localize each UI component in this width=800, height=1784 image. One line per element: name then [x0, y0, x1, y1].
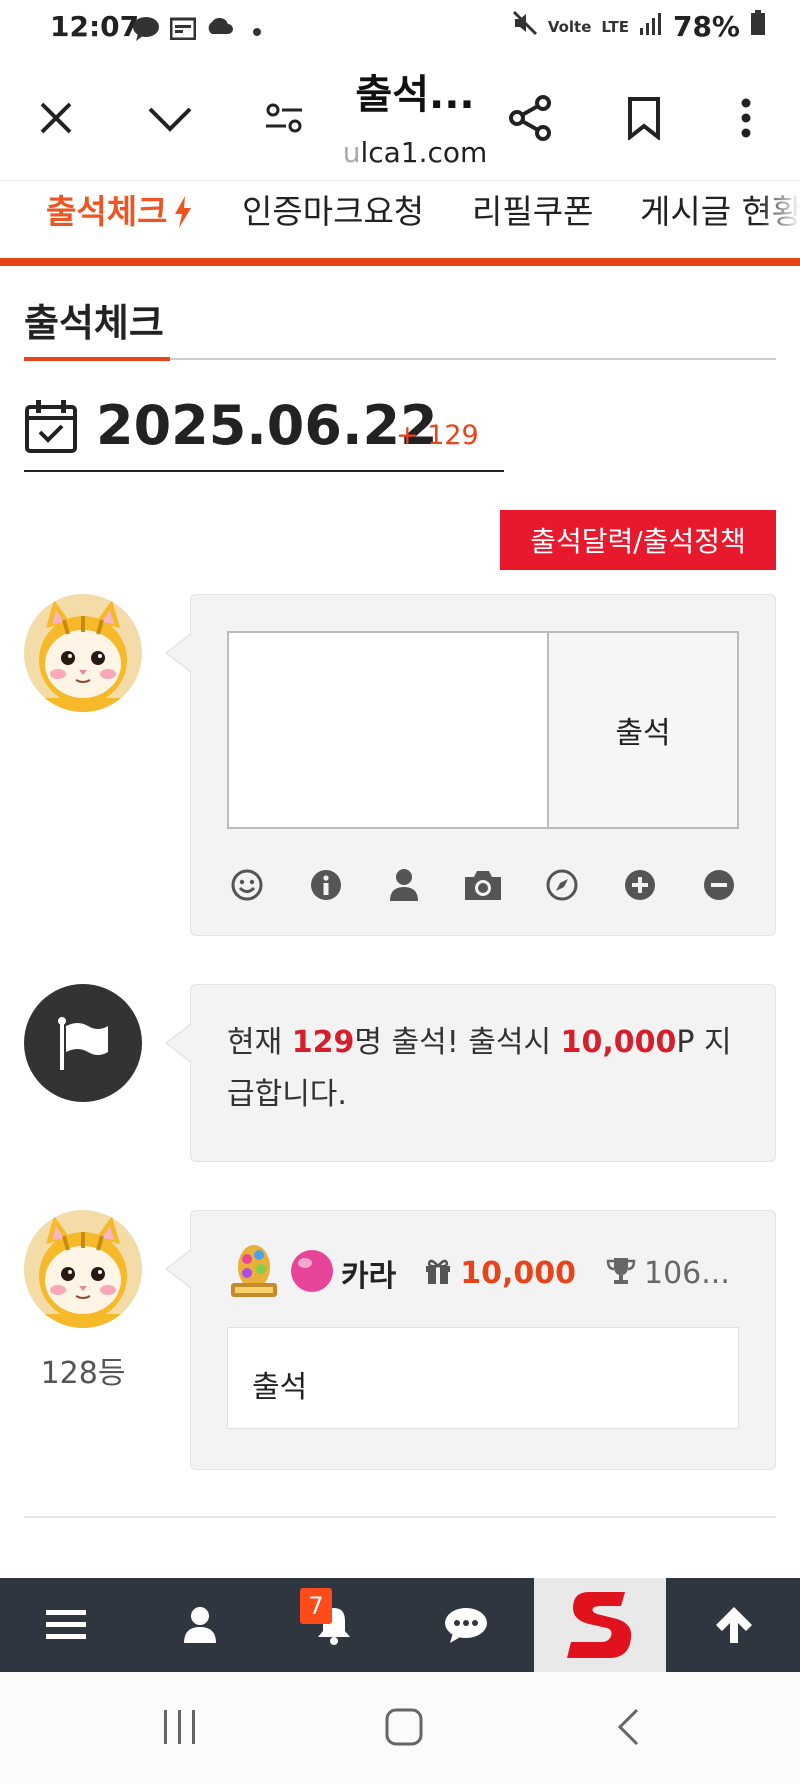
tab-label: 출석체크	[46, 192, 168, 231]
camera-icon[interactable]	[463, 865, 503, 905]
notice-prefix: 현재	[227, 1025, 292, 1060]
gift-icon	[424, 1257, 452, 1289]
entry-meta: 카라 10,000 106...	[227, 1243, 747, 1303]
entry-comment: 출석	[227, 1327, 739, 1429]
chat-button[interactable]	[400, 1578, 532, 1672]
flag-icon	[58, 1017, 108, 1070]
attendance-form-panel: 출석	[165, 594, 776, 936]
scroll-top-button[interactable]	[668, 1578, 800, 1672]
notice-points: 10,000	[560, 1025, 677, 1060]
site-settings-button[interactable]	[254, 88, 314, 148]
recent-apps-icon	[164, 1710, 195, 1744]
home-icon	[385, 1708, 423, 1746]
level-badge-icon	[227, 1241, 281, 1305]
entry-trophy-count: 106...	[643, 1255, 730, 1291]
site-logo-button[interactable]	[534, 1578, 666, 1672]
bookmark-button[interactable]	[614, 88, 674, 148]
info-icon[interactable]	[306, 865, 346, 905]
site-logo-icon	[567, 1592, 632, 1658]
bookmark-icon	[628, 97, 660, 140]
more-notifications-dot	[252, 22, 262, 41]
compass-icon[interactable]	[542, 865, 582, 905]
lte-label: LTE	[601, 17, 629, 36]
list-end-divider	[24, 1516, 776, 1518]
status-bar: 12:07 Volte LTE 78%	[0, 0, 800, 56]
avatar	[24, 594, 142, 712]
talk-notification-icon	[132, 16, 160, 46]
hamburger-icon	[46, 1610, 86, 1639]
attendance-date: 2025.06.22	[96, 394, 438, 457]
entry-nickname[interactable]: 카라	[341, 1251, 396, 1295]
smile-icon[interactable]	[227, 865, 267, 905]
mute-icon	[512, 10, 538, 43]
battery-icon	[750, 10, 766, 43]
close-tab-button[interactable]	[26, 88, 86, 148]
section-divider-accent	[24, 357, 170, 361]
calendar-check-icon	[24, 398, 78, 458]
category-menu: 출석체크 인증마크요청 리필쿠폰 게시글 현황	[0, 180, 800, 258]
lightning-icon	[175, 196, 192, 228]
user-icon	[184, 1607, 216, 1643]
attendance-entry: 카라 10,000 106... 출석	[165, 1210, 776, 1470]
menu-accent-bar	[0, 258, 800, 266]
share-icon	[509, 95, 551, 141]
more-vertical-icon	[741, 98, 751, 138]
calendar-notification-icon	[169, 16, 197, 44]
notice-mid: 명 출석! 출석시	[354, 1025, 561, 1060]
page-title: 출석...	[355, 72, 475, 118]
status-time: 12:07	[50, 10, 140, 43]
user-icon[interactable]	[384, 865, 424, 905]
menu-button[interactable]	[0, 1578, 132, 1672]
minus-circle-icon[interactable]	[699, 865, 739, 905]
minimize-button[interactable]	[140, 88, 200, 148]
date-row: 2025.06.22 + 129	[24, 394, 504, 472]
notice-text: 현재 129명 출석! 출석시 10,000P 지급합니다.	[191, 985, 775, 1153]
tab-refill-coupon[interactable]: 리필쿠폰	[472, 185, 593, 233]
comment-form: 출석	[227, 631, 739, 829]
arrow-up-icon	[716, 1607, 752, 1643]
avatar[interactable]	[24, 1210, 142, 1328]
chevron-down-icon	[148, 107, 192, 132]
url-prefix: u	[342, 136, 361, 169]
notice-count: 129	[291, 1025, 355, 1060]
recent-apps-button[interactable]	[150, 1702, 210, 1752]
back-icon	[617, 1708, 639, 1746]
entry-points: 10,000	[460, 1255, 576, 1291]
status-right: Volte LTE 78%	[512, 10, 766, 43]
back-button[interactable]	[598, 1702, 658, 1752]
attendance-rank: 128등	[40, 1356, 126, 1391]
attend-submit-button[interactable]: 출석	[549, 633, 737, 827]
site-bottom-toolbar: 7	[0, 1578, 800, 1672]
tab-cert-mark-request[interactable]: 인증마크요청	[242, 185, 424, 233]
url-domain: lca1.com	[360, 136, 488, 169]
share-button[interactable]	[500, 88, 560, 148]
android-navigation-bar	[0, 1672, 800, 1784]
cloud-notification-icon	[204, 16, 234, 40]
level-ball-icon	[289, 1248, 335, 1298]
attendance-notice: 현재 129명 출석! 출석시 10,000P 지급합니다.	[165, 984, 776, 1162]
attendance-plus-count: + 129	[396, 420, 479, 451]
notifications-button[interactable]	[268, 1578, 400, 1672]
trophy-icon	[606, 1256, 636, 1290]
more-options-button[interactable]	[716, 88, 776, 148]
page-url[interactable]: ulca1.com	[330, 136, 500, 169]
chat-icon	[445, 1608, 487, 1643]
comment-input[interactable]	[229, 633, 549, 827]
attendance-policy-button[interactable]: 출석달력/출석정책	[500, 510, 776, 570]
volte-label: Volte	[547, 17, 592, 36]
home-button[interactable]	[374, 1702, 434, 1752]
profile-button[interactable]	[134, 1578, 266, 1672]
close-icon	[40, 102, 72, 134]
tab-attendance-check[interactable]: 출석체크	[46, 185, 193, 233]
signal-icon	[639, 10, 663, 43]
notice-flag-avatar	[24, 984, 142, 1102]
comment-toolbar	[227, 865, 739, 905]
tune-icon	[266, 103, 302, 133]
plus-circle-icon[interactable]	[620, 865, 660, 905]
menu-fade	[760, 181, 800, 258]
browser-toolbar: 출석... ulca1.com	[0, 56, 800, 180]
battery-level: 78%	[672, 10, 740, 43]
section-heading: 출석체크	[24, 301, 164, 345]
notification-count-badge: 7	[300, 1588, 332, 1624]
